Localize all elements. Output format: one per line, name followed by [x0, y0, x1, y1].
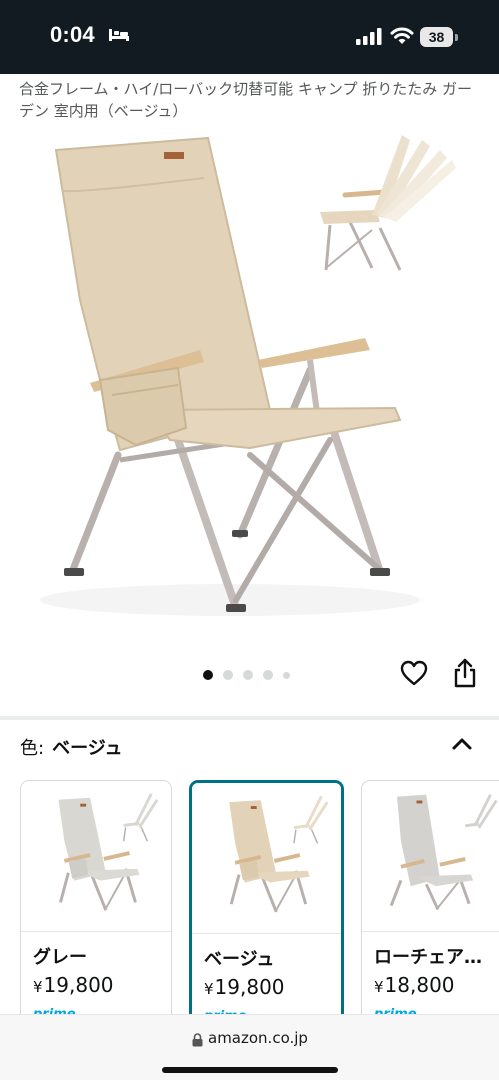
home-indicator[interactable] [162, 1067, 338, 1073]
browser-url-bar[interactable]: amazon.co.jp [0, 1014, 499, 1080]
variant-thumbnail [362, 781, 499, 931]
variant-price: ¥18,800 [374, 973, 455, 997]
variant-price: ¥19,800 [33, 973, 114, 997]
share-icon[interactable] [452, 658, 478, 688]
chevron-up-icon[interactable] [451, 736, 473, 752]
color-selector-heading[interactable]: 色: ベージュ [20, 736, 122, 762]
section-divider [0, 716, 499, 720]
product-title[interactable]: 合金フレーム・ハイ/ローバック切替可能 キャンプ 折りたたみ ガーデン 室内用（… [19, 78, 484, 122]
url-text[interactable]: amazon.co.jp [208, 1029, 308, 1047]
carousel-dot[interactable] [243, 670, 253, 680]
heart-icon[interactable] [400, 660, 428, 686]
variant-price: ¥19,800 [204, 975, 285, 999]
carousel-dot[interactable] [223, 670, 233, 680]
variant-card-gray[interactable]: グレー ¥19,800 prime [20, 780, 172, 1040]
variant-name: ベージュ [204, 949, 275, 970]
variant-name: グレー [33, 947, 87, 968]
color-label: 色: [20, 738, 45, 759]
wifi-icon [390, 27, 414, 44]
variant-card-low-chair[interactable]: ローチェア… ¥18,800 prime [361, 780, 499, 1040]
variant-thumbnail [21, 781, 171, 931]
product-main-image[interactable] [0, 125, 499, 645]
battery-level: 38 [420, 27, 453, 47]
status-time: 0:04 [50, 22, 95, 47]
variant-thumbnail [192, 783, 341, 933]
selected-color: ベージュ [52, 738, 123, 759]
variant-card-beige[interactable]: ベージュ ¥19,800 prime [189, 780, 344, 1040]
variant-name: ローチェア… [374, 947, 482, 968]
battery-icon: 38 [420, 27, 458, 47]
signal-icon [356, 28, 382, 45]
sleep-icon [109, 29, 129, 41]
carousel-dot[interactable] [263, 670, 273, 680]
carousel-dots[interactable] [203, 670, 290, 680]
lock-icon [192, 1033, 203, 1047]
status-bar: 0:04 38 [0, 0, 499, 74]
carousel-dot[interactable] [203, 670, 213, 680]
carousel-dot[interactable] [283, 671, 290, 679]
